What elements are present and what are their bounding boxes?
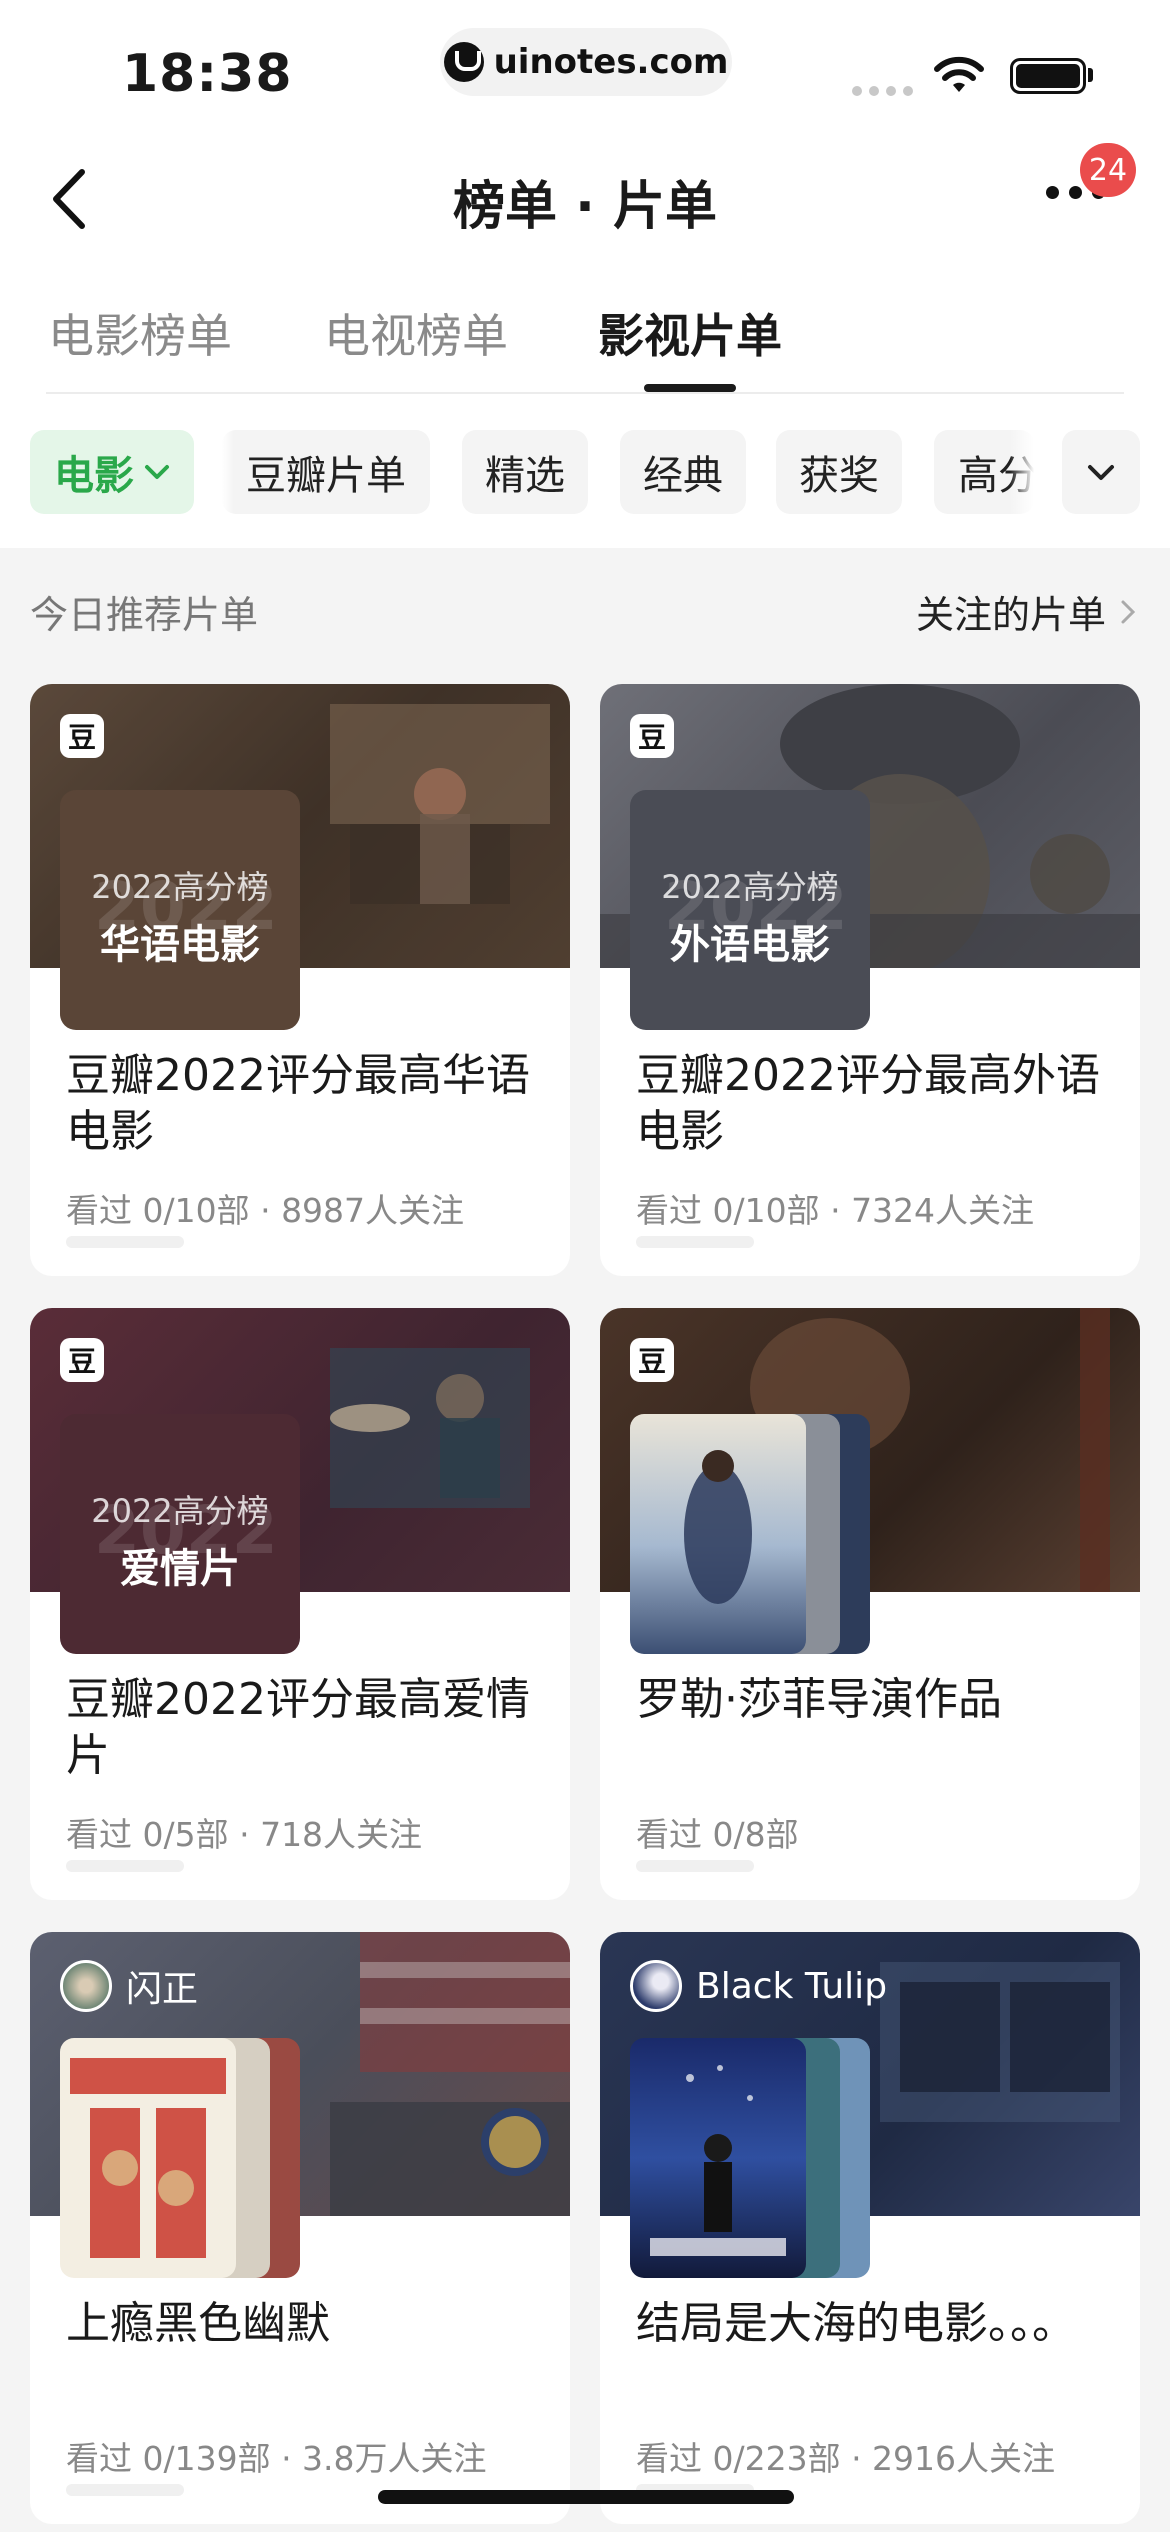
card-meta: 看过 0/8部	[636, 1815, 799, 1854]
author-name: 闪正	[126, 1969, 199, 2010]
chip-featured[interactable]: 精选	[462, 430, 588, 514]
home-indicator	[378, 2490, 794, 2504]
tab-movie-rank[interactable]: 电影榜单	[48, 300, 232, 366]
card-meta: 看过 0/5部 · 718人关注	[66, 1815, 423, 1854]
list-card[interactable]: 豆 2022 2022高分榜 华语电影 豆瓣2022评分最高华语电影 看过 0/…	[30, 684, 570, 1276]
list-card[interactable]: 豆 2022 2022高分榜 爱情片 豆瓣2022评分最高爱情片 看过 0/5部…	[30, 1308, 570, 1900]
chip-fade	[1010, 430, 1034, 514]
list-cover: 2022 2022高分榜 外语电影	[630, 790, 870, 1030]
cover-subtitle: 2022高分榜	[661, 868, 839, 906]
chip-classic[interactable]: 经典	[620, 430, 746, 514]
chevron-right-icon	[1121, 600, 1136, 623]
list-card[interactable]: 豆 罗勒·莎菲导演作品 看过 0/8部	[600, 1308, 1140, 1900]
wifi-icon	[934, 56, 984, 92]
cover-title: 华语电影	[100, 922, 260, 968]
poster-image	[630, 1414, 806, 1654]
cover-title: 爱情片	[120, 1546, 240, 1592]
status-time: 18:38	[122, 44, 293, 104]
tab-tv-rank[interactable]: 电视榜单	[324, 300, 508, 366]
card-meta: 看过 0/10部 · 7324人关注	[636, 1191, 1035, 1230]
card-title: 豆瓣2022评分最高华语电影	[66, 1050, 530, 1157]
avatar	[60, 1960, 112, 2012]
card-meta: 看过 0/10部 · 8987人关注	[66, 1191, 465, 1230]
douban-badge-icon: 豆	[60, 714, 104, 758]
list-card[interactable]: 闪正 上瘾黑色幽默 看过 0/139部 · 3.8万人关注	[30, 1932, 570, 2524]
author-name: Black Tulip	[696, 1965, 888, 2007]
poster-art	[70, 2058, 226, 2258]
tab-film-lists[interactable]: 影视片单	[598, 300, 782, 366]
site-logo-icon	[443, 42, 484, 82]
tab-active-indicator	[644, 384, 736, 392]
poster-stack	[60, 2038, 300, 2278]
progress-bar	[636, 1860, 754, 1872]
poster-art	[650, 2065, 786, 2256]
notification-badge: 24	[1080, 143, 1136, 197]
list-card[interactable]: 豆 2022 2022高分榜 外语电影 豆瓣2022评分最高外语电影 看过 0/…	[600, 684, 1140, 1276]
tab-bar: 电影榜单 电视榜单 影视片单	[0, 300, 1170, 392]
followed-lists-label: 关注的片单	[915, 593, 1106, 637]
battery-icon	[1010, 58, 1086, 94]
card-meta: 看过 0/139部 · 3.8万人关注	[66, 2439, 487, 2478]
poster-image	[60, 2038, 236, 2278]
card-title: 结局是大海的电影。。。	[636, 2298, 1076, 2349]
page-title: 榜单 · 片单	[453, 177, 717, 237]
card-title: 豆瓣2022评分最高爱情片	[66, 1674, 530, 1781]
chip-douban-lists[interactable]: 豆瓣片单	[222, 430, 430, 514]
url-text: uinotes.com	[493, 42, 729, 82]
douban-badge-icon: 豆	[630, 1338, 674, 1382]
card-author[interactable]: 闪正	[60, 1960, 198, 2012]
chip-awarded[interactable]: 获奖	[776, 430, 902, 514]
cover-subtitle: 2022高分榜	[91, 868, 269, 906]
card-title: 上瘾黑色幽默	[66, 2298, 330, 2349]
list-cover: 2022 2022高分榜 华语电影	[60, 790, 300, 1030]
cover-subtitle: 2022高分榜	[91, 1492, 269, 1530]
url-pill[interactable]: uinotes.com	[440, 28, 732, 96]
progress-bar	[66, 1236, 184, 1248]
list-card[interactable]: Black Tulip 结局是大海的电影。。。 看过 0/223部 · 2916…	[600, 1932, 1140, 2524]
progress-bar	[636, 1236, 754, 1248]
douban-badge-icon: 豆	[60, 1338, 104, 1382]
category-label: 电影	[54, 453, 134, 499]
progress-bar	[66, 1860, 184, 1872]
poster-image	[630, 2038, 806, 2278]
chip-fade	[222, 430, 234, 514]
section-title: 今日推荐片单	[30, 593, 259, 637]
poster-stack	[630, 1414, 870, 1654]
chevron-down-icon	[145, 465, 169, 479]
divider	[46, 392, 1124, 394]
poster-stack	[630, 2038, 870, 2278]
battery-tip	[1088, 68, 1093, 82]
status-bar: 18:38 uinotes.com	[0, 0, 1170, 130]
followed-lists-link[interactable]: 关注的片单	[916, 584, 1136, 639]
card-title: 罗勒·莎菲导演作品	[636, 1674, 1002, 1725]
poster-art	[684, 1450, 752, 1604]
douban-badge-icon: 豆	[630, 714, 674, 758]
expand-filters-button[interactable]	[1062, 430, 1140, 514]
card-author[interactable]: Black Tulip	[630, 1960, 887, 2012]
category-dropdown[interactable]: 电影	[30, 430, 194, 514]
cellular-signal-icon	[852, 86, 913, 96]
list-cover: 2022 2022高分榜 爱情片	[60, 1414, 300, 1654]
chevron-down-icon	[1088, 465, 1114, 480]
card-title: 豆瓣2022评分最高外语电影	[636, 1050, 1100, 1157]
card-meta: 看过 0/223部 · 2916人关注	[636, 2439, 1056, 2478]
cover-title: 外语电影	[670, 922, 830, 968]
progress-bar	[66, 2484, 184, 2496]
avatar	[630, 1960, 682, 2012]
